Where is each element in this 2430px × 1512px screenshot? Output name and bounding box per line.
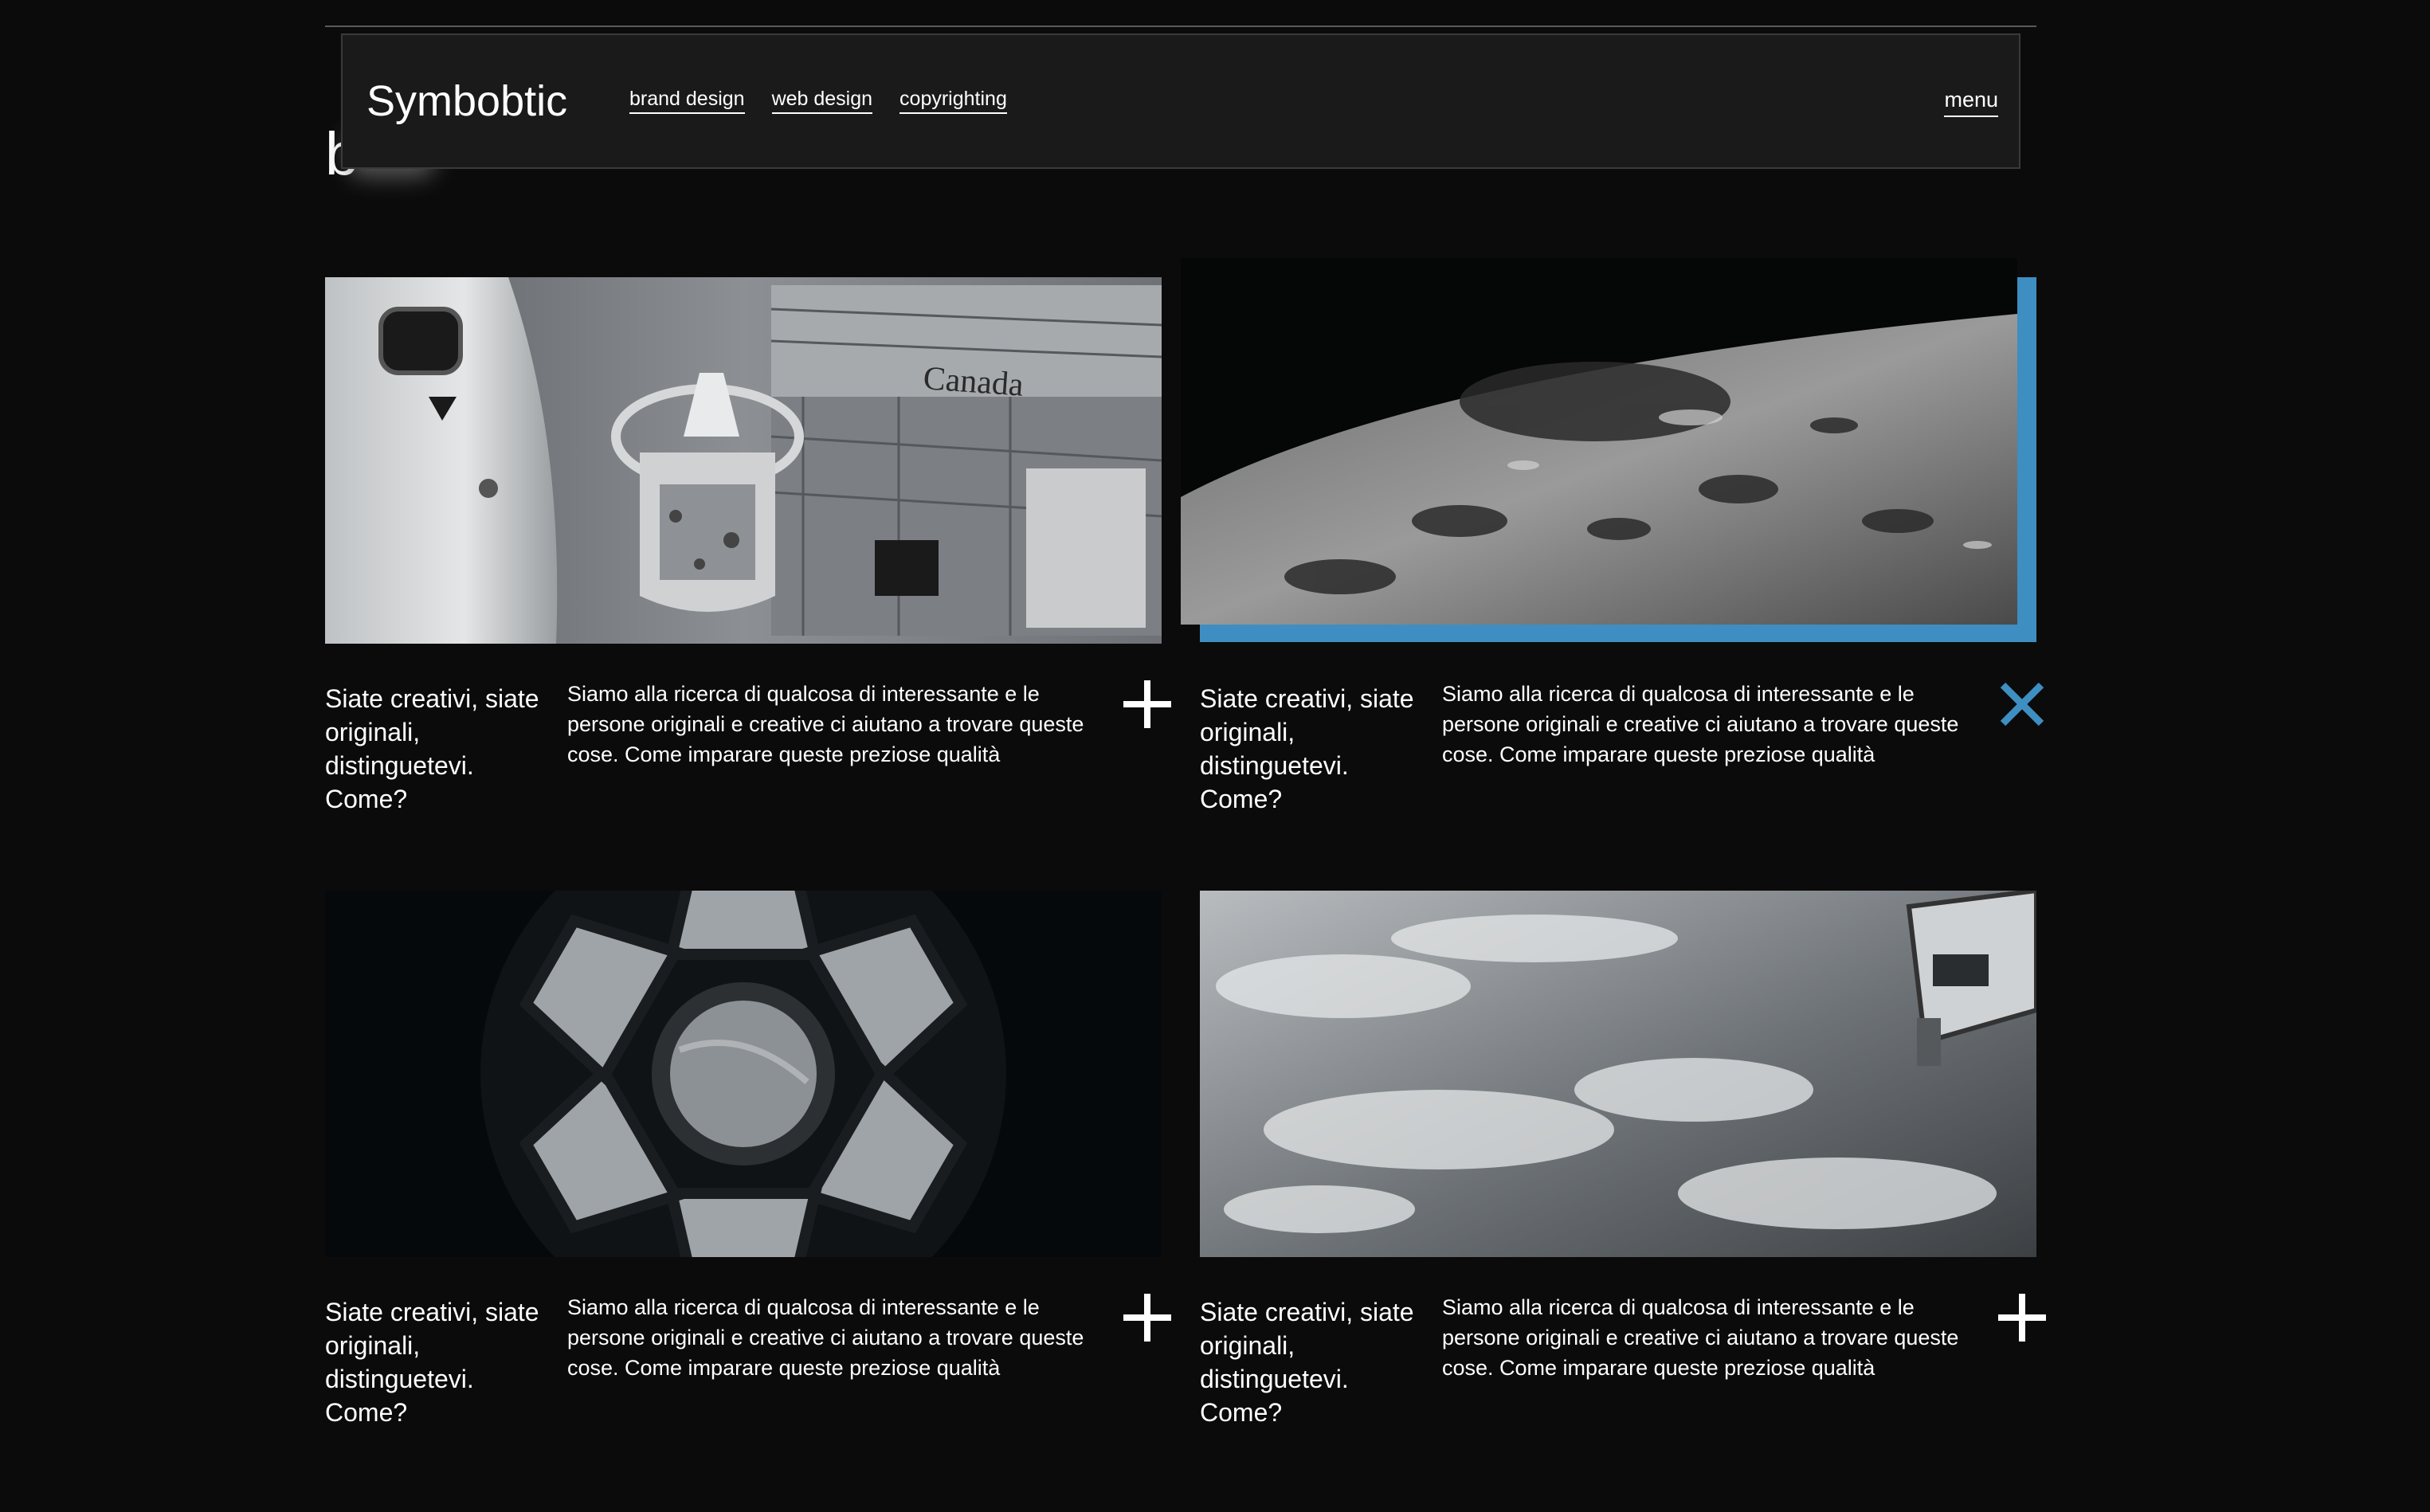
site-logo[interactable]: Symbobtic [366,76,567,126]
card-title: Siate creativi, siate originali, disting… [1200,684,1414,813]
nav-link-web-design[interactable]: web design [771,88,873,114]
accent-border-bottom [1200,625,2036,642]
main-nav: brand design web design copyrighting [629,88,1007,114]
site-header: Symbobtic brand design web design copyri… [341,33,2020,169]
card-description: Siamo alla ricerca di qualcosa di intere… [1442,1295,1959,1380]
canada-text: Canada [922,360,1025,404]
close-icon[interactable] [1997,679,2048,730]
plus-icon[interactable] [1122,679,1173,730]
card-title: Siate creativi, siate originali, disting… [1200,1298,1414,1427]
card-title: Siate creativi, siate originali, disting… [325,684,539,813]
card-description: Siamo alla ricerca di qualcosa di intere… [1442,682,1959,766]
menu-button[interactable]: menu [1944,88,1998,117]
cupola-image[interactable] [325,891,1162,1257]
accent-border-right [2017,277,2036,640]
card-description: Siamo alla ricerca di qualcosa di intere… [567,1295,1084,1380]
nav-link-brand-design[interactable]: brand design [629,88,745,114]
top-divider [325,25,2036,27]
nav-link-copyrighting[interactable]: copyrighting [899,88,1007,114]
earth-image[interactable] [1200,891,2036,1257]
plus-icon[interactable] [1122,1292,1173,1343]
moon-image[interactable] [1181,258,2017,625]
card-description: Siamo alla ricerca di qualcosa di intere… [567,682,1084,766]
card-title: Siate creativi, siate originali, disting… [325,1298,539,1427]
plus-icon[interactable] [1997,1292,2048,1343]
shuttle-image[interactable]: Canada [325,277,1162,644]
